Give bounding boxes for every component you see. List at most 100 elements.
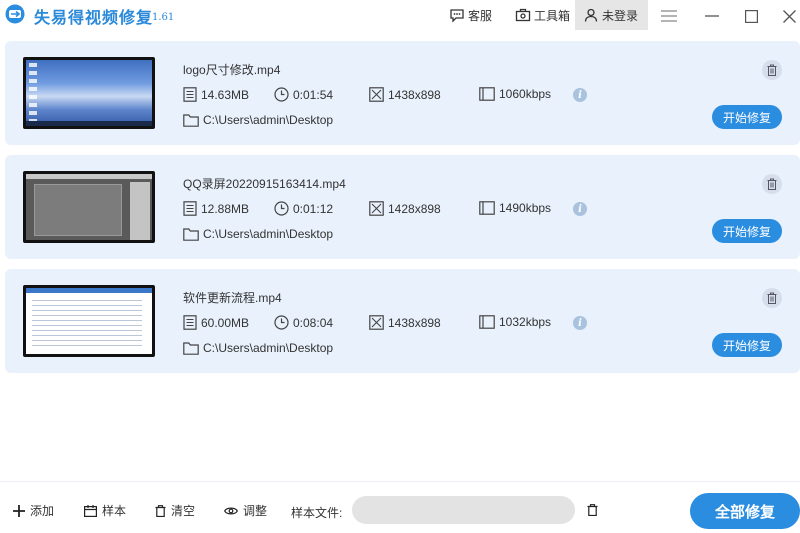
info-icon[interactable]: i	[573, 202, 587, 216]
close-button[interactable]	[779, 6, 799, 26]
file-size-value: 14.63MB	[201, 87, 250, 102]
adjust-label: 调整	[243, 504, 268, 518]
bitrate-value: 1060kbps	[499, 87, 552, 101]
clock-icon	[274, 201, 289, 216]
close-icon	[782, 9, 796, 23]
bottom-toolbar: 添加 样本 清空 调整 样本文件: 全部修复	[0, 481, 800, 533]
video-thumbnail	[23, 285, 155, 357]
app-title: 失易得视频修复	[34, 8, 154, 27]
start-repair-button[interactable]: 开始修复	[712, 219, 782, 243]
info-icon[interactable]: i	[573, 316, 587, 330]
toolbox-button[interactable]: 工具箱	[515, 0, 570, 30]
resolution: 1428x898	[369, 201, 441, 216]
file-size-value: 60.00MB	[201, 315, 250, 330]
duration-value: 0:08:04	[293, 315, 334, 330]
duration: 0:01:12	[274, 201, 333, 216]
add-label: 添加	[30, 504, 55, 518]
resolution-value: 1438x898	[388, 315, 441, 330]
maximize-icon	[744, 9, 758, 23]
title-bar: 失易得视频修复 1.61 客服 工具箱 未登录	[0, 0, 800, 32]
folder-icon	[183, 113, 199, 127]
sample-file-input[interactable]	[352, 496, 575, 524]
resolution-value: 1438x898	[388, 87, 441, 102]
clock-icon	[274, 315, 289, 330]
minimize-icon	[705, 15, 719, 17]
user-icon	[584, 8, 598, 22]
film-icon	[479, 201, 495, 215]
clear-button[interactable]: 清空	[155, 502, 195, 519]
start-repair-button[interactable]: 开始修复	[712, 105, 782, 129]
duration: 0:01:54	[274, 87, 333, 102]
clear-label: 清空	[171, 504, 196, 518]
adjust-button[interactable]: 调整	[224, 502, 267, 519]
file-path-value: C:\Users\admin\Desktop	[203, 341, 334, 355]
resolution: 1438x898	[369, 315, 441, 330]
video-filename: logo尺寸修改.mp4	[183, 63, 281, 77]
minimize-button[interactable]	[702, 6, 722, 26]
document-icon	[183, 87, 197, 102]
duration: 0:08:04	[274, 315, 333, 330]
resolution-icon	[369, 87, 384, 102]
resolution-icon	[369, 201, 384, 216]
film-icon	[479, 315, 495, 329]
menu-button[interactable]	[659, 6, 679, 26]
file-path: C:\Users\admin\Desktop	[183, 113, 333, 127]
info-icon[interactable]: i	[573, 88, 587, 102]
trash-icon	[587, 504, 598, 517]
start-repair-button[interactable]: 开始修复	[712, 333, 782, 357]
file-path-value: C:\Users\admin\Desktop	[203, 227, 334, 241]
video-card: logo尺寸修改.mp4 14.63MB 0:01:54 1438x898 10…	[5, 41, 800, 145]
app-version: 1.61	[152, 12, 175, 23]
sample-button[interactable]: 样本	[84, 502, 126, 519]
maximize-button[interactable]	[741, 6, 761, 26]
trash-icon	[767, 64, 777, 76]
clear-sample-button[interactable]	[587, 503, 598, 521]
delete-video-button[interactable]	[762, 288, 782, 308]
document-icon	[183, 201, 197, 216]
video-card: 软件更新流程.mp4 60.00MB 0:08:04 1438x898 1032…	[5, 269, 800, 373]
file-size-value: 12.88MB	[201, 201, 250, 216]
customer-service-label: 客服	[468, 8, 493, 23]
duration-value: 0:01:54	[293, 87, 334, 102]
customer-service-button[interactable]: 客服	[449, 0, 492, 30]
video-filename: QQ录屏20220915163414.mp4	[183, 177, 346, 191]
toolbox-icon	[515, 8, 531, 22]
video-thumbnail	[23, 57, 155, 129]
video-card: QQ录屏20220915163414.mp4 12.88MB 0:01:12 1…	[5, 155, 800, 259]
sample-label: 样本	[102, 504, 127, 518]
file-path-value: C:\Users\admin\Desktop	[203, 113, 334, 127]
trash-icon	[767, 178, 777, 190]
delete-video-button[interactable]	[762, 174, 782, 194]
login-label: 未登录	[602, 8, 639, 23]
delete-video-button[interactable]	[762, 60, 782, 80]
bitrate: 1060kbps	[479, 87, 551, 101]
repair-all-button[interactable]: 全部修复	[690, 493, 800, 529]
duration-value: 0:01:12	[293, 201, 334, 216]
document-icon	[183, 315, 197, 330]
login-button[interactable]: 未登录	[575, 0, 648, 30]
file-size: 12.88MB	[183, 201, 249, 216]
film-icon	[479, 87, 495, 101]
plus-icon	[13, 504, 25, 517]
file-size: 14.63MB	[183, 87, 249, 102]
bitrate: 1032kbps	[479, 315, 551, 329]
resolution-value: 1428x898	[388, 201, 441, 216]
resolution: 1438x898	[369, 87, 441, 102]
eye-icon	[224, 507, 238, 514]
resolution-icon	[369, 315, 384, 330]
hamburger-icon	[661, 10, 677, 22]
sample-file-label: 样本文件:	[291, 506, 343, 520]
file-path: C:\Users\admin\Desktop	[183, 341, 333, 355]
bitrate-value: 1032kbps	[499, 315, 552, 329]
file-size: 60.00MB	[183, 315, 249, 330]
file-path: C:\Users\admin\Desktop	[183, 227, 333, 241]
trash-icon	[155, 504, 166, 517]
trash-icon	[767, 292, 777, 304]
toolbox-label: 工具箱	[534, 8, 571, 23]
video-filename: 软件更新流程.mp4	[183, 291, 282, 305]
folder-icon	[183, 227, 199, 241]
clock-icon	[274, 87, 289, 102]
sample-icon	[84, 504, 97, 517]
add-button[interactable]: 添加	[13, 502, 54, 519]
folder-icon	[183, 341, 199, 355]
